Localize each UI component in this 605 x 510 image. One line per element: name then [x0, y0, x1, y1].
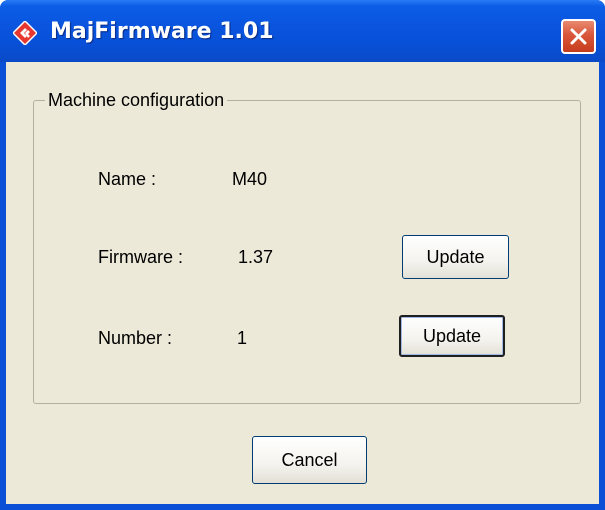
name-label: Name : [98, 169, 157, 189]
firmware-value: 1.37 [238, 247, 274, 267]
number-update-button[interactable]: Update [399, 315, 505, 357]
close-button[interactable] [561, 19, 596, 54]
firmware-update-button[interactable]: Update [402, 235, 509, 279]
number-label: Number : [98, 328, 173, 348]
cancel-button[interactable]: Cancel [252, 436, 367, 484]
group-legend: Machine configuration [45, 90, 228, 110]
dialog-client-area: Machine configuration Name : M40 Firmwar… [6, 62, 599, 504]
title-bar[interactable]: MajFirmware 1.01 [0, 0, 605, 62]
number-value: 1 [237, 328, 248, 348]
firmware-label: Firmware : [98, 247, 183, 267]
dialog-window: MajFirmware 1.01 Machine configuration N… [0, 0, 605, 510]
window-title: MajFirmware 1.01 [50, 19, 274, 44]
close-icon [570, 28, 587, 45]
name-value: M40 [232, 169, 268, 189]
app-logo-icon [13, 21, 37, 45]
